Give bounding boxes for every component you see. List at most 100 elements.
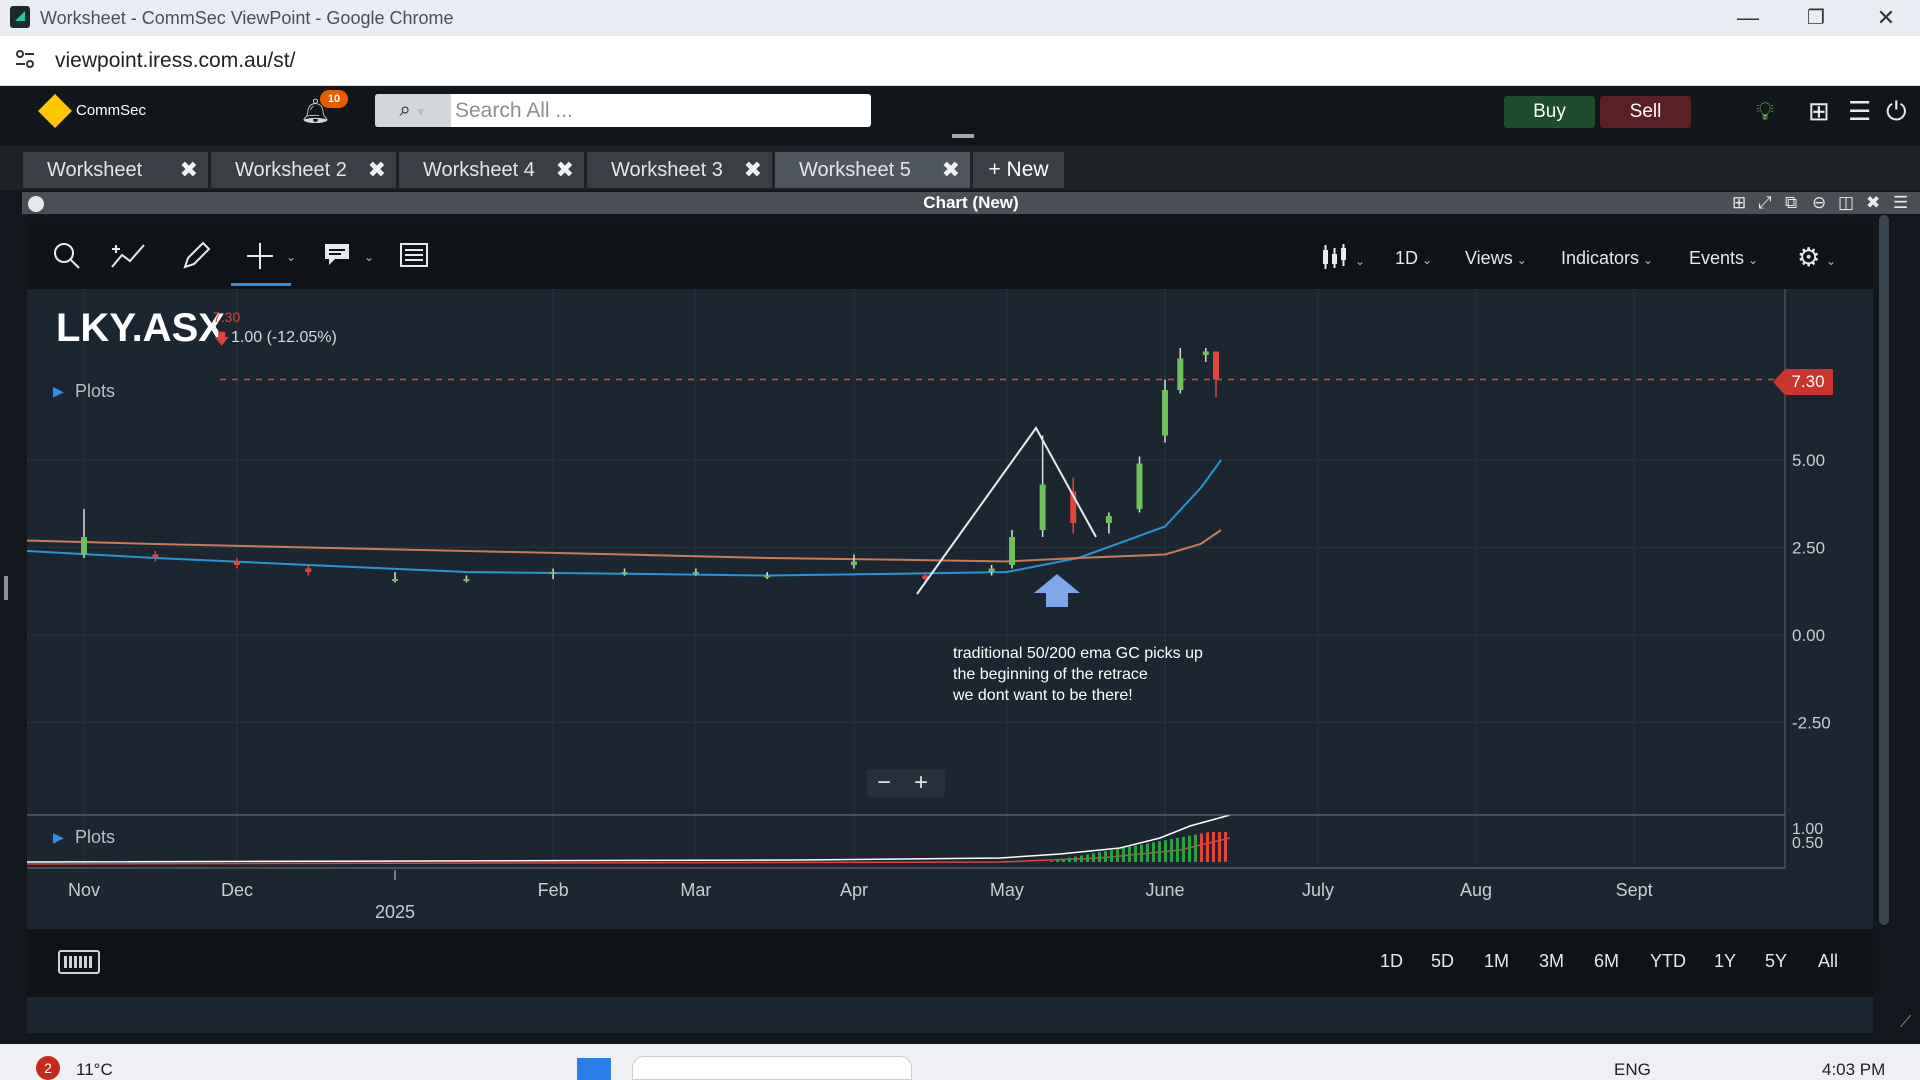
- histogram-bar: [1146, 843, 1149, 862]
- histogram-bar: [1158, 841, 1161, 862]
- histogram-bar: [1188, 835, 1191, 862]
- x-tick-label: Aug: [1460, 880, 1492, 900]
- range-1y[interactable]: 1Y: [1714, 951, 1736, 972]
- histogram-bar: [1140, 844, 1143, 862]
- last-price-tag: 7.30: [1773, 369, 1833, 395]
- up-arrow-drawing: [1034, 574, 1080, 607]
- candle-body: [1105, 516, 1112, 523]
- range-5y[interactable]: 5Y: [1765, 951, 1787, 972]
- histogram-bar: [1074, 856, 1077, 862]
- histogram-bar: [1164, 840, 1167, 862]
- change-label: 1.00 (-12.05%): [231, 329, 337, 346]
- range-5d[interactable]: 5D: [1431, 951, 1454, 972]
- candle-body: [1177, 358, 1184, 390]
- candle-body: [1202, 351, 1209, 355]
- weather-temp[interactable]: 11°C: [76, 1060, 113, 1080]
- histogram-bar: [1176, 837, 1179, 862]
- histogram-bar: [1122, 847, 1125, 862]
- x-tick-label: Nov: [68, 880, 100, 900]
- range-1d[interactable]: 1D: [1380, 951, 1403, 972]
- annotation-line: traditional 50/200 ema GC picks up: [953, 645, 1203, 662]
- candle-body: [621, 572, 628, 574]
- histogram-bar: [1134, 845, 1137, 862]
- price-chart: 5.00 2.50 0.00 -2.50 Nov Dec 2025 Feb Mar Apr May J…: [26, 289, 1831, 922]
- range-6m[interactable]: 6M: [1594, 951, 1619, 972]
- histogram-bar: [1056, 859, 1059, 862]
- histogram-bar: [1224, 832, 1227, 862]
- x-tick-label: Apr: [840, 880, 868, 900]
- histogram-bar: [1182, 836, 1185, 862]
- panel-footer: [27, 997, 1873, 1033]
- x-tick-label: Mar: [680, 880, 711, 900]
- candle-body: [392, 579, 399, 581]
- plots-toggle[interactable]: Plots: [75, 381, 115, 402]
- symbol-label: LKY.ASX: [56, 306, 225, 350]
- candle-body: [850, 561, 857, 565]
- candle-body: [1039, 484, 1046, 530]
- histogram-bar: [1218, 832, 1221, 862]
- x-tick-label: June: [1145, 880, 1184, 900]
- y-tick-label: 0.00: [1792, 626, 1825, 645]
- candle-body: [152, 554, 159, 558]
- range-ytd[interactable]: YTD: [1650, 951, 1686, 972]
- histogram-bar: [1062, 858, 1065, 862]
- histogram-bar: [1206, 832, 1209, 862]
- histogram-bar: [1092, 853, 1095, 862]
- language-indicator[interactable]: ENG: [1614, 1060, 1651, 1080]
- histogram-bar: [1170, 839, 1173, 862]
- x-tick-label: July: [1302, 880, 1334, 900]
- keyboard-icon[interactable]: [58, 950, 100, 974]
- resize-corner-icon[interactable]: ⟋: [1900, 1014, 1911, 1032]
- lower-y-tick: 0.50: [1792, 835, 1823, 852]
- histogram-bar: [1068, 857, 1071, 862]
- x-tick-label: Sept: [1616, 880, 1653, 900]
- price-label: 7.30: [213, 309, 241, 325]
- histogram-bar: [1152, 842, 1155, 862]
- histogram-bar: [1200, 833, 1203, 862]
- y-tick-label: 2.50: [1792, 539, 1825, 558]
- candle-body: [1009, 537, 1016, 565]
- histogram-bar: [1050, 861, 1053, 862]
- zoom-in-icon[interactable]: +: [914, 769, 928, 797]
- weather-badge: 2: [36, 1056, 60, 1080]
- histogram-bar: [1104, 851, 1107, 862]
- y-tick-label: 5.00: [1792, 451, 1825, 470]
- range-3m[interactable]: 3M: [1539, 951, 1564, 972]
- x-tick-label: 2025: [375, 902, 415, 922]
- candle-body: [692, 572, 699, 574]
- indicator-line: [26, 814, 1231, 863]
- histogram-bar: [1212, 832, 1215, 862]
- histogram-bar: [1098, 852, 1101, 862]
- chart-annotation: traditional 50/200 ema GC picks up the b…: [953, 643, 1203, 706]
- range-all[interactable]: All: [1818, 951, 1838, 972]
- histogram-bar: [1080, 855, 1083, 862]
- histogram-bar: [1194, 834, 1197, 862]
- candle-body: [1136, 463, 1143, 509]
- candle-body: [988, 568, 995, 572]
- annotation-line: the beginning of the retrace: [953, 666, 1148, 683]
- x-tick-label: Dec: [221, 880, 253, 900]
- annotation-line: we dont want to be there!: [953, 687, 1133, 704]
- histogram-bar: [1116, 848, 1119, 862]
- taskbar-search[interactable]: [632, 1056, 912, 1080]
- expand-icon[interactable]: ▶: [53, 829, 64, 846]
- histogram-bar: [1128, 846, 1131, 862]
- x-tick-label: Feb: [538, 880, 569, 900]
- range-1m[interactable]: 1M: [1484, 951, 1509, 972]
- candle-body: [463, 579, 470, 581]
- windows-start-icon[interactable]: [577, 1058, 611, 1080]
- lower-plots-toggle[interactable]: Plots: [75, 827, 115, 848]
- expand-icon[interactable]: ▶: [53, 383, 64, 400]
- clock[interactable]: 4:03 PM: [1822, 1060, 1885, 1080]
- histogram-bar: [1110, 850, 1113, 862]
- candle-body: [305, 568, 312, 572]
- histogram-bar: [1086, 854, 1089, 862]
- candle-body: [233, 561, 240, 565]
- candle-body: [1212, 351, 1219, 380]
- candle-body: [1162, 390, 1168, 436]
- candle-body: [550, 572, 557, 574]
- down-arrow-icon: 🡇: [214, 331, 230, 348]
- x-tick-label: May: [990, 880, 1024, 900]
- zoom-out-icon[interactable]: −: [877, 769, 891, 797]
- candle-body: [764, 575, 771, 578]
